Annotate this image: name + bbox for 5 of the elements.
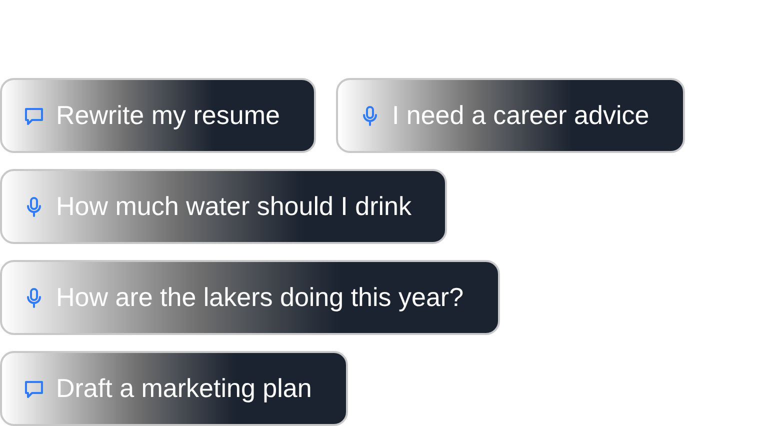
suggestion-chip[interactable]: Draft a marketing plan: [0, 351, 348, 426]
suggestion-chip[interactable]: Rewrite my resume: [0, 78, 316, 153]
suggestion-chip[interactable]: I need a career advice: [336, 78, 686, 153]
suggestion-chip[interactable]: How are the lakers doing this year?: [0, 260, 500, 335]
suggestion-chip[interactable]: How much water should I drink: [0, 169, 448, 244]
